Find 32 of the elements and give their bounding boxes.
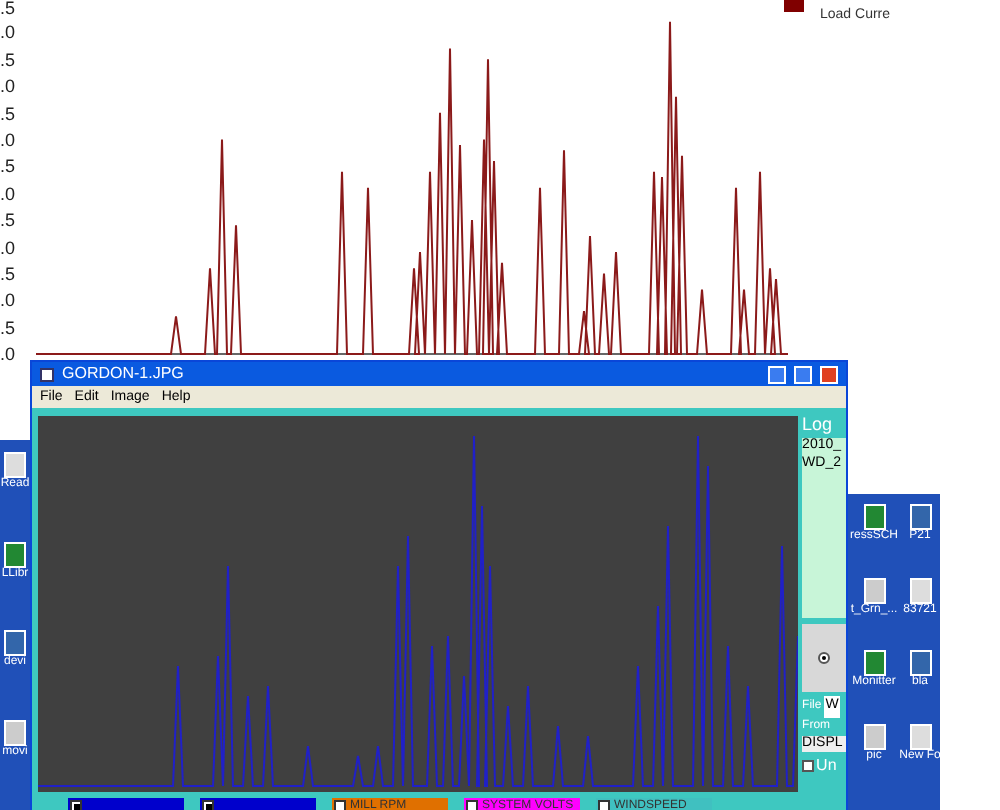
minimize-button[interactable]	[768, 365, 786, 383]
file-icon[interactable]	[4, 541, 26, 567]
axis-label: .0	[0, 239, 16, 258]
axis-label: .5	[0, 0, 16, 18]
axis-label: .0	[0, 78, 16, 97]
axis-label: .0	[0, 292, 16, 311]
file-icon[interactable]	[4, 630, 26, 656]
axis-label: .5	[0, 105, 16, 124]
checkbox-label: Un	[816, 754, 837, 779]
axis-label: .5	[0, 319, 16, 338]
channel-toggle[interactable]	[68, 798, 184, 810]
axis-label: .5	[0, 51, 16, 70]
app-icon	[40, 367, 54, 381]
maximize-button[interactable]	[794, 365, 812, 383]
axis-label: .5	[0, 158, 16, 177]
file-icon[interactable]	[909, 504, 931, 530]
window-title: GORDON-1.JPG	[62, 366, 186, 382]
radio-button[interactable]	[818, 652, 831, 664]
axis-label: .0	[0, 132, 16, 150]
checkbox[interactable]	[802, 760, 815, 773]
channel-toggle[interactable]	[200, 798, 316, 810]
axis-label: .5	[0, 266, 16, 284]
file-icon[interactable]	[4, 719, 26, 745]
close-button[interactable]	[820, 365, 838, 383]
axis-label: .0	[0, 24, 16, 43]
file-icon[interactable]	[909, 650, 931, 676]
axis-label: .0	[0, 346, 16, 365]
file-icon[interactable]	[863, 650, 885, 676]
axis-label: .5	[0, 212, 16, 231]
axis-label: .0	[0, 185, 16, 204]
log-heading: Log	[802, 416, 835, 434]
file-icon[interactable]	[863, 504, 885, 530]
